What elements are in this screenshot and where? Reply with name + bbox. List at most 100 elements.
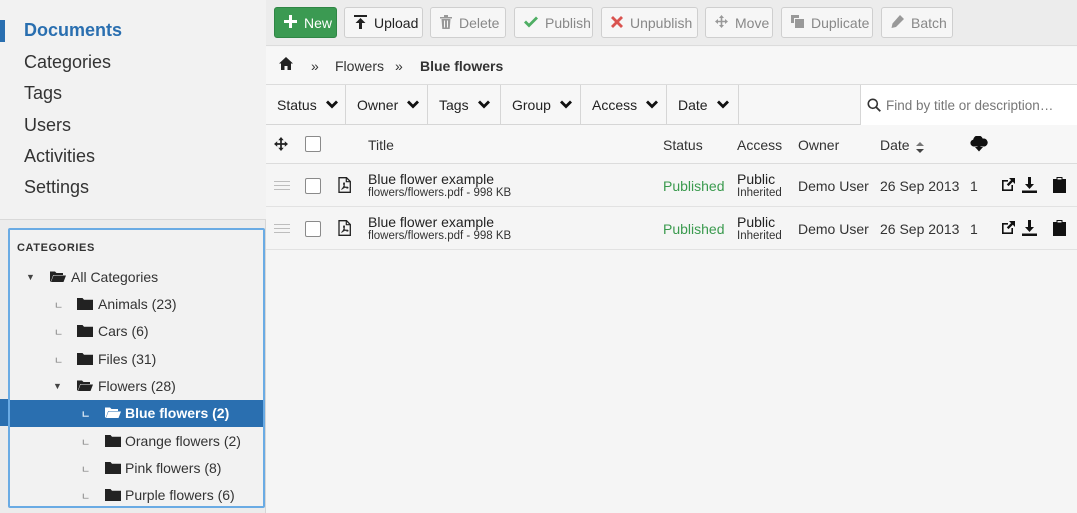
duplicate-button[interactable]: Duplicate	[781, 7, 873, 38]
tree-item-label: Animals (23)	[98, 296, 177, 312]
status-badge[interactable]: Published	[663, 178, 725, 194]
nav-item-activities[interactable]: Activities	[24, 146, 95, 167]
clipboard-icon[interactable]	[1053, 177, 1066, 196]
upload-button[interactable]: Upload	[344, 7, 423, 38]
filter-label: Date	[678, 97, 708, 113]
column-status[interactable]: Status	[663, 137, 703, 153]
filter-access[interactable]: Access	[581, 85, 667, 125]
external-link-icon[interactable]	[1001, 220, 1016, 238]
caret-down-icon[interactable]: ▼	[26, 272, 35, 282]
tree-item-label: Orange flowers (2)	[125, 433, 241, 449]
chevron-down-icon	[559, 100, 572, 109]
filter-label: Access	[592, 97, 638, 113]
new-button-label: New	[304, 14, 333, 31]
row-checkbox[interactable]	[305, 221, 321, 237]
tree-branch-icon: ㄴ	[54, 356, 64, 367]
new-button[interactable]: New	[274, 7, 337, 38]
select-all-checkbox[interactable]	[305, 136, 321, 152]
table-row[interactable]: Blue flower example flowers/flowers.pdf …	[266, 164, 1077, 207]
active-nav-indicator	[0, 20, 5, 42]
filter-group[interactable]: Group	[501, 85, 581, 125]
move-button[interactable]: Move	[705, 7, 773, 38]
tree-item-all-categories[interactable]: ▼ All Categories	[10, 264, 263, 291]
tree-item-blue-flowers[interactable]: ㄴ Blue flowers (2)	[10, 400, 263, 427]
tree-item-label: All Categories	[71, 269, 159, 285]
clipboard-icon[interactable]	[1053, 220, 1066, 239]
column-date[interactable]: Date	[880, 137, 910, 153]
sort-icon[interactable]	[916, 140, 924, 156]
document-title[interactable]: Blue flower example	[368, 214, 494, 230]
document-title[interactable]: Blue flower example	[368, 171, 494, 187]
filter-status[interactable]: Status	[266, 85, 346, 125]
drag-handle-icon[interactable]	[274, 181, 290, 190]
column-owner[interactable]: Owner	[798, 137, 839, 153]
owner-name: Demo User	[798, 221, 869, 237]
category-tree-heading: CATEGORIES	[17, 242, 95, 254]
column-access[interactable]: Access	[737, 137, 782, 153]
toolbar: New Upload Delete Publish Unpublish Move…	[266, 0, 1077, 46]
pdf-file-icon	[338, 177, 351, 196]
filter-bar: Status Owner Tags Group Access Date	[266, 85, 1077, 125]
download-icon[interactable]	[1022, 177, 1037, 196]
home-icon[interactable]	[279, 57, 293, 73]
filter-tags[interactable]: Tags	[428, 85, 501, 125]
status-badge[interactable]: Published	[663, 221, 725, 237]
document-file-info: flowers/flowers.pdf - 998 KB	[368, 230, 512, 242]
breadcrumb-separator: »	[311, 58, 319, 74]
folder-icon	[105, 488, 121, 504]
filter-label: Owner	[357, 97, 399, 113]
caret-down-icon[interactable]: ▼	[53, 381, 62, 391]
nav-item-tags[interactable]: Tags	[24, 83, 62, 104]
move-arrows-icon	[715, 15, 728, 30]
search-input[interactable]	[886, 85, 1076, 125]
external-link-icon[interactable]	[1001, 177, 1016, 195]
move-button-label: Move	[735, 14, 770, 31]
plus-icon	[284, 15, 297, 30]
upload-button-label: Upload	[374, 14, 419, 31]
cloud-download-icon	[970, 135, 988, 155]
tree-item-label: Files (31)	[98, 351, 157, 367]
nav-item-categories[interactable]: Categories	[24, 52, 111, 73]
folder-icon	[77, 324, 93, 340]
drag-handle-icon[interactable]	[274, 224, 290, 233]
breadcrumb-item-flowers[interactable]: Flowers	[335, 58, 384, 74]
nav-item-settings[interactable]: Settings	[24, 177, 89, 198]
tree-item-pink-flowers[interactable]: ㄴ Pink flowers (8)	[10, 455, 263, 482]
tree-item-animals[interactable]: ㄴ Animals (23)	[10, 291, 263, 318]
table-row[interactable]: Blue flower example flowers/flowers.pdf …	[266, 207, 1077, 250]
breadcrumb-separator: »	[395, 58, 403, 74]
upload-icon	[354, 14, 367, 31]
document-date: 26 Sep 2013	[880, 178, 960, 194]
column-title[interactable]: Title	[368, 137, 394, 153]
tree-item-label: Flowers (28)	[98, 378, 176, 394]
table-header: Title Status Access Owner Date	[266, 125, 1077, 164]
delete-button[interactable]: Delete	[430, 7, 506, 38]
folder-open-icon	[77, 379, 93, 395]
chevron-down-icon	[407, 100, 420, 109]
nav-item-documents[interactable]: Documents	[24, 20, 122, 41]
publish-button-label: Publish	[545, 14, 591, 31]
publish-button[interactable]: Publish	[514, 7, 593, 38]
trash-icon	[440, 14, 452, 31]
folder-icon	[105, 434, 121, 450]
unpublish-button[interactable]: Unpublish	[601, 7, 698, 38]
tree-item-files[interactable]: ㄴ Files (31)	[10, 346, 263, 373]
unpublish-button-label: Unpublish	[630, 14, 693, 31]
batch-button[interactable]: Batch	[881, 7, 953, 38]
tree-item-purple-flowers[interactable]: ㄴ Purple flowers (6)	[10, 482, 263, 506]
folder-open-icon	[105, 406, 121, 422]
folder-icon	[77, 352, 93, 368]
tree-item-orange-flowers[interactable]: ㄴ Orange flowers (2)	[10, 428, 263, 455]
access-level: Public	[737, 171, 776, 187]
download-icon[interactable]	[1022, 220, 1037, 239]
tree-item-flowers[interactable]: ▼ Flowers (28)	[10, 373, 263, 400]
tree-branch-icon: ㄴ	[81, 492, 91, 503]
main-content: New Upload Delete Publish Unpublish Move…	[266, 0, 1077, 513]
check-icon	[524, 16, 538, 30]
main-navigation: Documents Categories Tags Users Activiti…	[0, 0, 266, 220]
filter-owner[interactable]: Owner	[346, 85, 428, 125]
row-checkbox[interactable]	[305, 178, 321, 194]
tree-item-cars[interactable]: ㄴ Cars (6)	[10, 318, 263, 345]
nav-item-users[interactable]: Users	[24, 115, 71, 136]
filter-date[interactable]: Date	[667, 85, 739, 125]
